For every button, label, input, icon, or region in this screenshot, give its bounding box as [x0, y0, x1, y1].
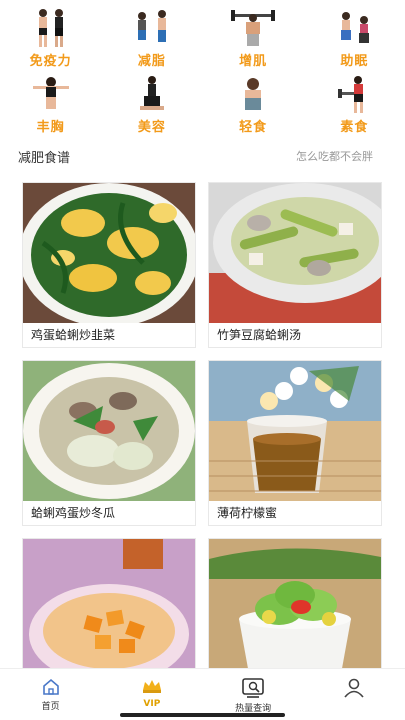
muscle-gain-figure-icon: [231, 8, 276, 48]
category-label: 免疫力: [29, 54, 72, 69]
section-header: 减肥食谱 怎么吃都不会胖: [0, 146, 405, 166]
recipe-photo: [23, 361, 195, 501]
home-icon: [42, 678, 59, 695]
recipe-photo: [209, 361, 381, 501]
recipe-grid: 鸡蛋蛤蜊炒韭菜 竹笋豆腐蛤蜊汤 蛤蜊鸡蛋炒冬瓜 薄荷柠檬蜜: [22, 182, 382, 704]
recipe-name: 竹笋豆腐蛤蜊汤: [217, 328, 302, 342]
category-muscle-gain[interactable]: 增肌: [203, 8, 304, 69]
bust-figure-icon: [29, 74, 73, 114]
category-beauty[interactable]: 美容: [101, 74, 202, 135]
category-immunity[interactable]: 免疫力: [0, 8, 101, 69]
recipe-name: 鸡蛋蛤蜊炒韭菜: [31, 328, 116, 342]
category-label: 轻食: [239, 120, 268, 135]
recipe-photo: [209, 539, 381, 679]
category-label: 素食: [340, 120, 369, 135]
recipe-card[interactable]: 蛤蜊鸡蛋炒冬瓜: [22, 360, 196, 526]
calorie-search-icon: [242, 678, 264, 698]
category-fat-loss[interactable]: 减脂: [101, 8, 202, 69]
category-bust[interactable]: 丰胸: [0, 74, 101, 135]
sleep-aid-figure-icon: [332, 8, 376, 48]
recipe-card[interactable]: 薄荷柠檬蜜: [208, 360, 382, 526]
recipe-name: 薄荷柠檬蜜: [217, 506, 278, 520]
home-indicator: [120, 713, 285, 717]
recipe-photo: [209, 183, 381, 323]
recipe-card[interactable]: 鸡蛋蛤蜊炒韭菜: [22, 182, 196, 348]
vegetarian-figure-icon: [332, 74, 376, 114]
category-grid: 免疫力 减脂 增肌 助眠 丰胸 美容 轻食 素食: [0, 8, 405, 135]
category-label: 美容: [137, 120, 166, 135]
category-label: 助眠: [340, 54, 369, 69]
beauty-figure-icon: [130, 74, 174, 114]
tab-label: 首页: [41, 702, 60, 712]
section-title: 减肥食谱: [18, 150, 71, 166]
category-light-meal[interactable]: 轻食: [203, 74, 304, 135]
light-meal-figure-icon: [231, 74, 275, 114]
recipe-photo: [23, 539, 195, 679]
tab-label: VIP: [143, 699, 161, 709]
section-subtitle[interactable]: 怎么吃都不会胖: [296, 148, 373, 164]
immunity-figure-icon: [29, 8, 73, 48]
fat-loss-figure-icon: [130, 8, 174, 48]
crown-icon: [142, 680, 161, 693]
category-label: 减脂: [137, 54, 166, 69]
category-sleep-aid[interactable]: 助眠: [304, 8, 405, 69]
recipe-card[interactable]: 竹笋豆腐蛤蜊汤: [208, 182, 382, 348]
category-label: 丰胸: [36, 120, 65, 135]
recipe-name: 蛤蜊鸡蛋炒冬瓜: [31, 506, 116, 520]
category-vegetarian[interactable]: 素食: [304, 74, 405, 135]
tab-home[interactable]: 首页: [0, 669, 101, 720]
recipe-photo: [23, 183, 195, 323]
tab-profile[interactable]: [304, 669, 405, 720]
category-label: 增肌: [239, 54, 268, 69]
profile-icon: [344, 678, 364, 698]
